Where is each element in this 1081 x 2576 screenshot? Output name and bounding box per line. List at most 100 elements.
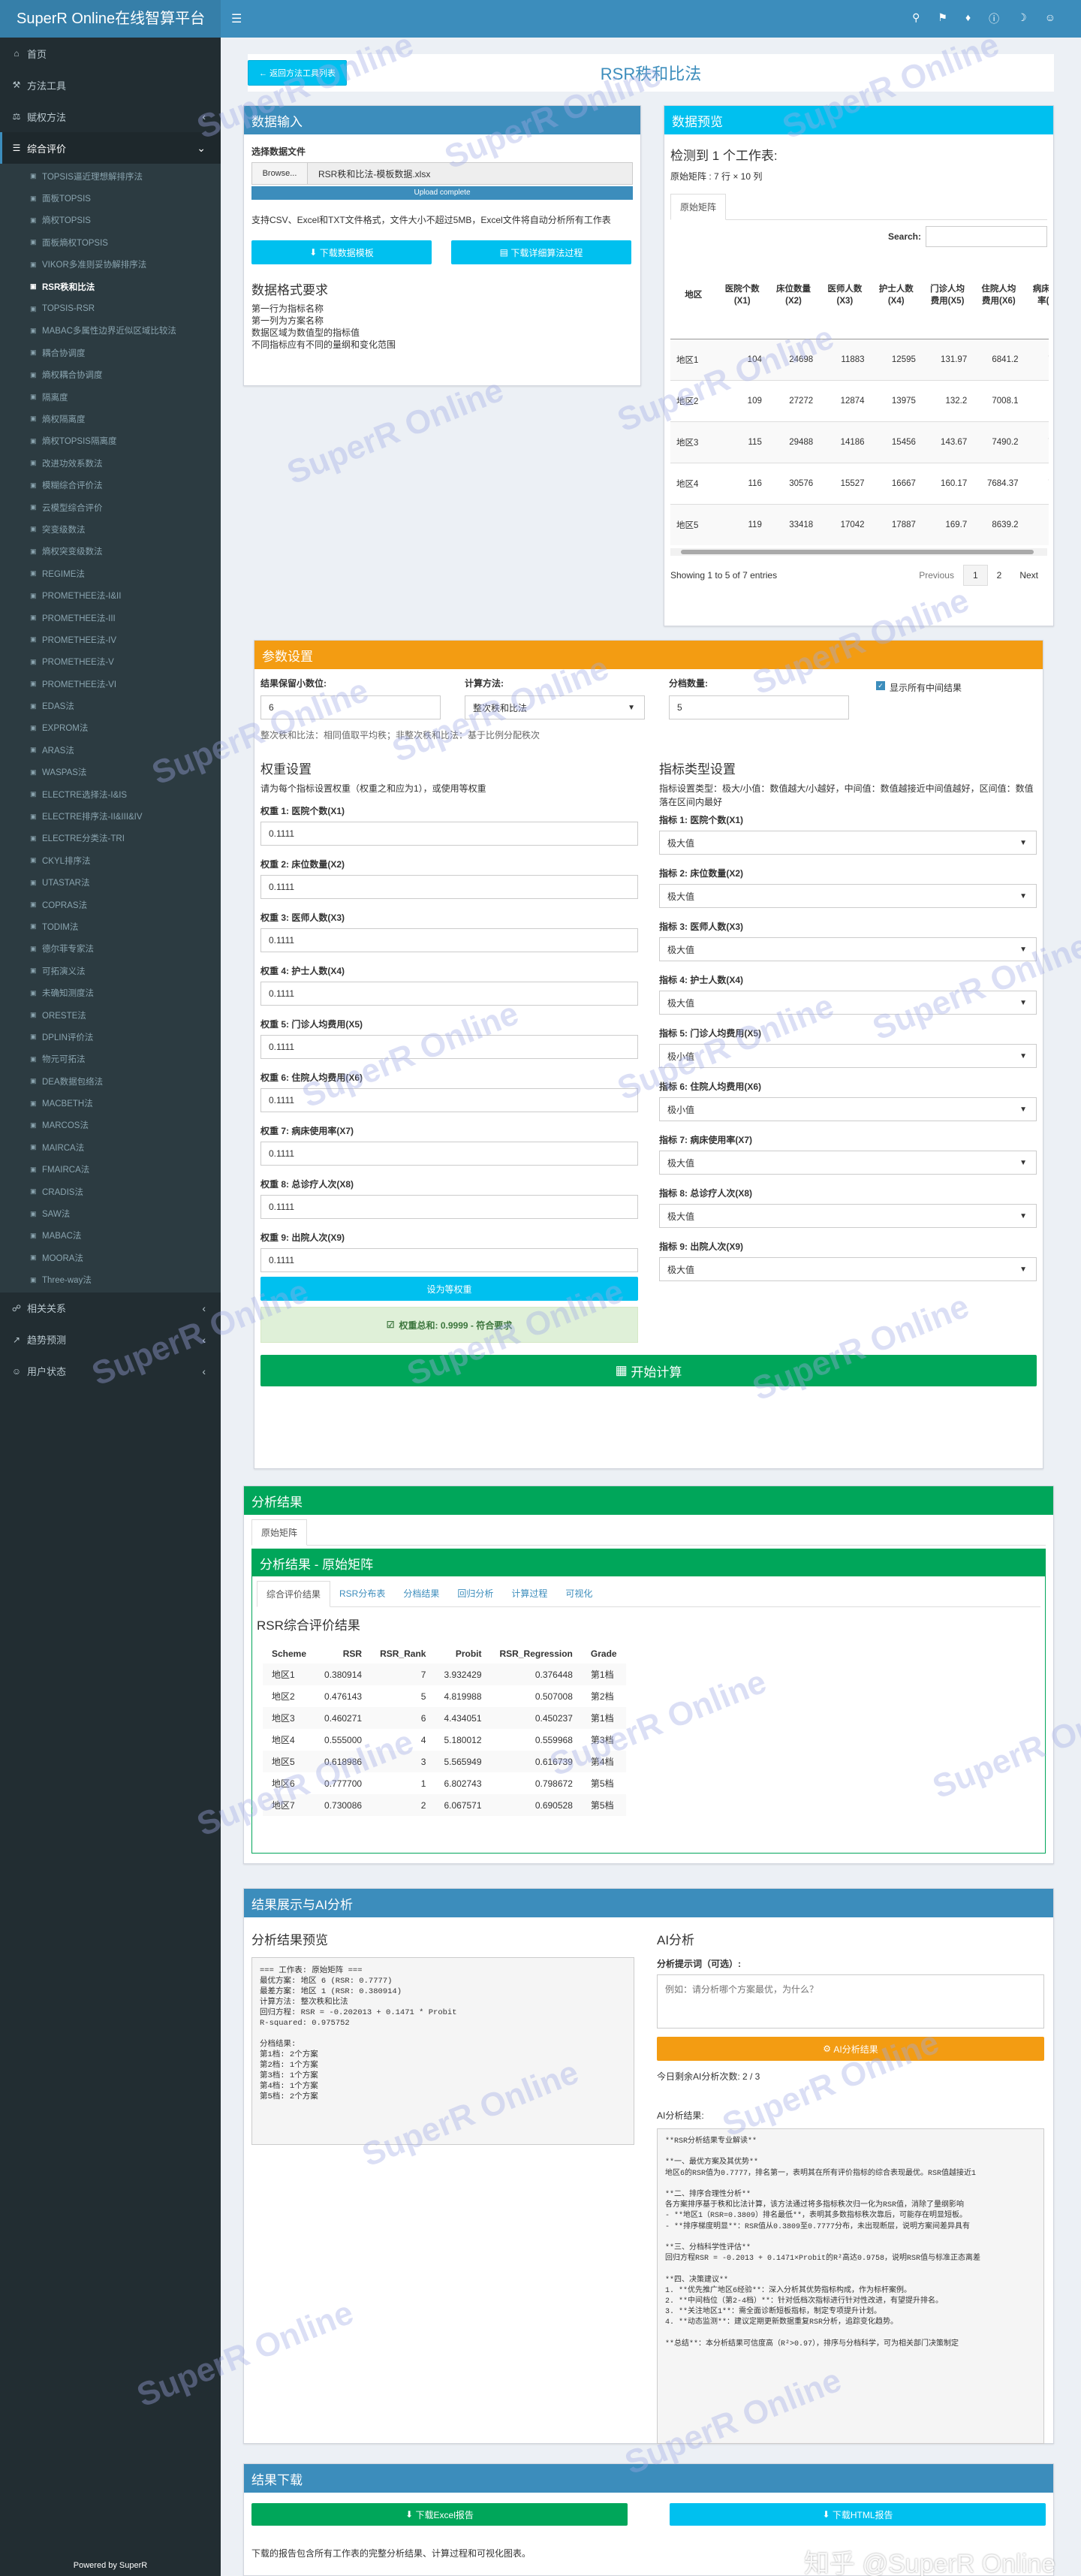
submenu-item[interactable]: ▣ 面板TOPSIS bbox=[0, 187, 221, 209]
prev-page-button[interactable]: Previous bbox=[910, 566, 963, 585]
results-subtab[interactable]: RSR分布表 bbox=[330, 1581, 394, 1606]
sidebar-item-weighting[interactable]: ⚖ 赋权方法 ‹ bbox=[0, 101, 221, 132]
moon-icon[interactable]: ☽ bbox=[1017, 11, 1027, 26]
weight-input[interactable]: 0.1111 bbox=[260, 1248, 638, 1272]
submenu-item[interactable]: ▣ 熵权TOPSIS bbox=[0, 210, 221, 231]
submenu-item[interactable]: ▣ EXPROM法 bbox=[0, 717, 221, 739]
prompt-input[interactable] bbox=[657, 1974, 1044, 2029]
indicator-type-select[interactable]: 极大值 ▼ bbox=[659, 991, 1037, 1015]
submenu-item[interactable]: ▣ 耦合协调度 bbox=[0, 342, 221, 363]
results-subtab[interactable]: 回归分析 bbox=[448, 1581, 502, 1606]
horizontal-scrollbar[interactable] bbox=[670, 548, 1047, 556]
download-excel-button[interactable]: ⬇ 下载Excel报告 bbox=[251, 2503, 628, 2526]
submenu-item[interactable]: ▣ ORESTE法 bbox=[0, 1004, 221, 1026]
sidebar-toggle-icon[interactable]: ☰ bbox=[231, 11, 242, 26]
method-select[interactable]: 整次秩和比法 ▼ bbox=[465, 695, 645, 719]
submenu-item[interactable]: ▣ Three-way法 bbox=[0, 1269, 221, 1291]
submenu-item[interactable]: ▣ RSR秩和比法 bbox=[0, 276, 221, 297]
submenu-item[interactable]: ▣ MABAC多属性边界近似区域比较法 bbox=[0, 320, 221, 342]
submenu-item[interactable]: ▣ 熵权TOPSIS隔离度 bbox=[0, 430, 221, 452]
submenu-item[interactable]: ▣ CRADIS法 bbox=[0, 1181, 221, 1202]
indicator-type-select[interactable]: 极大值 ▼ bbox=[659, 1204, 1037, 1228]
start-calculation-button[interactable]: ▦ 开始计算 bbox=[260, 1355, 1037, 1386]
sidebar-item-evaluation[interactable]: ☰ 综合评价 ⌄ bbox=[0, 132, 221, 164]
submenu-item[interactable]: ▣ ELECTRE排序法-II&III&IV bbox=[0, 805, 221, 827]
submenu-item[interactable]: ▣ PROMETHEE法-III bbox=[0, 607, 221, 629]
sidebar-item-forecast[interactable]: ↗ 趋势预测 ‹ bbox=[0, 1324, 221, 1356]
submenu-item[interactable]: ▣ 熵权突变级数法 bbox=[0, 541, 221, 563]
app-title[interactable]: SuperR Online在线智算平台 bbox=[0, 0, 221, 38]
weight-input[interactable]: 0.1111 bbox=[260, 928, 638, 952]
submenu-item[interactable]: ▣ ELECTRE分类法-TRI bbox=[0, 828, 221, 849]
results-subtab[interactable]: 分档结果 bbox=[394, 1581, 448, 1606]
submenu-item[interactable]: ▣ PROMETHEE法-I&II bbox=[0, 584, 221, 606]
indicator-type-select[interactable]: 极大值 ▼ bbox=[659, 831, 1037, 855]
submenu-item[interactable]: ▣ MABAC法 bbox=[0, 1225, 221, 1247]
submenu-item[interactable]: ▣ FMAIRCA法 bbox=[0, 1159, 221, 1181]
submenu-item[interactable]: ▣ 熵权隔离度 bbox=[0, 408, 221, 430]
submenu-item[interactable]: ▣ 德尔菲专家法 bbox=[0, 938, 221, 960]
submenu-item[interactable]: ▣ 改进功效系数法 bbox=[0, 452, 221, 474]
submenu-item[interactable]: ▣ COPRAS法 bbox=[0, 894, 221, 915]
submenu-item[interactable]: ▣ 云模型综合评价 bbox=[0, 496, 221, 518]
next-page-button[interactable]: Next bbox=[1010, 566, 1047, 585]
submenu-item[interactable]: ▣ 未确知测度法 bbox=[0, 982, 221, 1003]
submenu-item[interactable]: ▣ MAIRCA法 bbox=[0, 1136, 221, 1158]
indicator-type-select[interactable]: 极小值 ▼ bbox=[659, 1044, 1037, 1068]
preview-column-header[interactable]: 医院个数(X1) bbox=[716, 252, 768, 339]
flag-icon[interactable]: ⚑ bbox=[938, 11, 947, 26]
grades-input[interactable]: 5 bbox=[669, 695, 849, 719]
submenu-item[interactable]: ▣ VIKOR多准则妥协解排序法 bbox=[0, 254, 221, 276]
sidebar-item-user[interactable]: ☺ 用户状态 ‹ bbox=[0, 1356, 221, 1387]
download-html-button[interactable]: ⬇ 下载HTML报告 bbox=[670, 2503, 1046, 2526]
ai-analyze-button[interactable]: ⚙ AI分析结果 bbox=[657, 2037, 1044, 2061]
indicator-type-select[interactable]: 极大值 ▼ bbox=[659, 884, 1037, 908]
submenu-item[interactable]: ▣ SAW法 bbox=[0, 1202, 221, 1224]
submenu-item[interactable]: ▣ PROMETHEE法-V bbox=[0, 651, 221, 673]
submenu-item[interactable]: ▣ CKYL排序法 bbox=[0, 849, 221, 871]
weight-input[interactable]: 0.1111 bbox=[260, 1035, 638, 1059]
results-subtab[interactable]: 计算过程 bbox=[502, 1581, 556, 1606]
submenu-item[interactable]: ▣ DPLIN评价法 bbox=[0, 1026, 221, 1048]
submenu-item[interactable]: ▣ 突变级数法 bbox=[0, 518, 221, 540]
bell-icon[interactable]: ♦ bbox=[965, 11, 971, 26]
weight-input[interactable]: 0.1111 bbox=[260, 1195, 638, 1219]
submenu-item[interactable]: ▣ REGIME法 bbox=[0, 563, 221, 584]
show-intermediate-checkbox[interactable]: ✓ bbox=[876, 681, 885, 690]
page-2-button[interactable]: 2 bbox=[988, 566, 1011, 585]
weight-input[interactable]: 0.1111 bbox=[260, 1088, 638, 1112]
indicator-type-select[interactable]: 极大值 ▼ bbox=[659, 937, 1037, 961]
submenu-item[interactable]: ▣ PROMETHEE法-IV bbox=[0, 629, 221, 650]
tab-raw-matrix[interactable]: 原始矩阵 bbox=[670, 194, 727, 220]
preview-column-header[interactable]: 门诊人均费用(X5) bbox=[921, 252, 974, 339]
sidebar-item-tools[interactable]: ⚒ 方法工具 bbox=[0, 69, 221, 101]
sidebar-item-home[interactable]: ⌂ 首页 bbox=[0, 38, 221, 69]
submenu-item[interactable]: ▣ ARAS法 bbox=[0, 739, 221, 761]
submenu-item[interactable]: ▣ MARCOS法 bbox=[0, 1115, 221, 1136]
submenu-item[interactable]: ▣ 模糊综合评价法 bbox=[0, 474, 221, 496]
decimals-input[interactable]: 6 bbox=[260, 695, 441, 719]
user-icon[interactable]: ☺ bbox=[1045, 11, 1055, 26]
submenu-item[interactable]: ▣ EDAS法 bbox=[0, 695, 221, 716]
indicator-type-select[interactable]: 极大值 ▼ bbox=[659, 1151, 1037, 1175]
submenu-item[interactable]: ▣ UTASTAR法 bbox=[0, 872, 221, 894]
preview-column-header[interactable]: 护士人数(X4) bbox=[870, 252, 922, 339]
submenu-item[interactable]: ▣ MACBETH法 bbox=[0, 1092, 221, 1114]
submenu-item[interactable]: ▣ 面板熵权TOPSIS bbox=[0, 231, 221, 253]
preview-column-header[interactable]: 住院人均费用(X6) bbox=[973, 252, 1025, 339]
submenu-item[interactable]: ▣ 隔离度 bbox=[0, 386, 221, 408]
download-template-button[interactable]: ⬇ 下载数据模板 bbox=[251, 240, 432, 264]
weight-input[interactable]: 0.1111 bbox=[260, 822, 638, 846]
submenu-item[interactable]: ▣ TODIM法 bbox=[0, 915, 221, 937]
submenu-item[interactable]: ▣ 可拓演义法 bbox=[0, 960, 221, 982]
submenu-item[interactable]: ▣ DEA数据包络法 bbox=[0, 1070, 221, 1092]
tab-raw-matrix[interactable]: 原始矩阵 bbox=[251, 1519, 308, 1546]
preview-column-header[interactable]: 地区 bbox=[670, 252, 717, 339]
preview-column-header[interactable]: 病床使用率(X7) bbox=[1024, 252, 1049, 339]
search-icon[interactable]: ⚲ bbox=[912, 11, 920, 26]
question-icon[interactable]: ⓘ bbox=[989, 11, 999, 26]
preview-column-header[interactable]: 医师人数(X3) bbox=[819, 252, 871, 339]
browse-button[interactable]: Browse... bbox=[252, 163, 308, 184]
submenu-item[interactable]: ▣ TOPSIS-RSR bbox=[0, 297, 221, 319]
weight-input[interactable]: 0.1111 bbox=[260, 1142, 638, 1166]
